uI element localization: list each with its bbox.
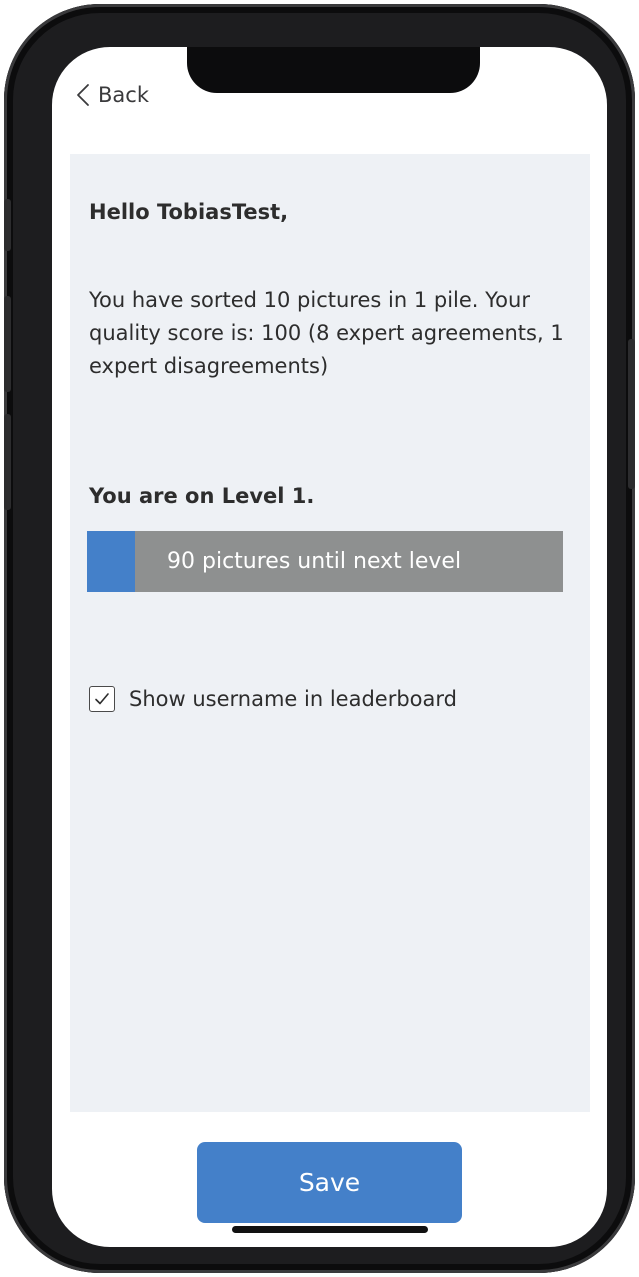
greeting-heading: Hello TobiasTest, [89,200,289,224]
level-progress-text: 90 pictures until next level [167,549,462,574]
back-button[interactable]: Back [76,83,149,107]
notch [187,47,480,93]
level-heading: You are on Level 1. [89,484,315,508]
leaderboard-checkbox[interactable] [89,686,115,712]
chevron-left-icon [77,84,89,106]
checkmark-icon [95,693,109,705]
volume-up-button [4,296,11,392]
phone-frame: Back Hello TobiasTest, You have sorted 1… [4,4,635,1273]
mute-switch [4,199,11,251]
level-progress-fill [87,531,135,592]
level-progress-bar: 90 pictures until next level [87,531,563,592]
back-label: Back [98,83,149,107]
screen: Back Hello TobiasTest, You have sorted 1… [52,47,607,1247]
power-button [628,339,635,489]
sorting-summary: You have sorted 10 pictures in 1 pile. Y… [89,288,564,378]
leaderboard-option[interactable]: Show username in leaderboard [89,686,457,712]
save-button[interactable]: Save [197,1142,462,1223]
home-indicator[interactable] [232,1226,428,1233]
volume-down-button [4,414,11,510]
profile-card: Hello TobiasTest, You have sorted 10 pic… [70,154,590,1112]
leaderboard-label: Show username in leaderboard [129,687,457,711]
